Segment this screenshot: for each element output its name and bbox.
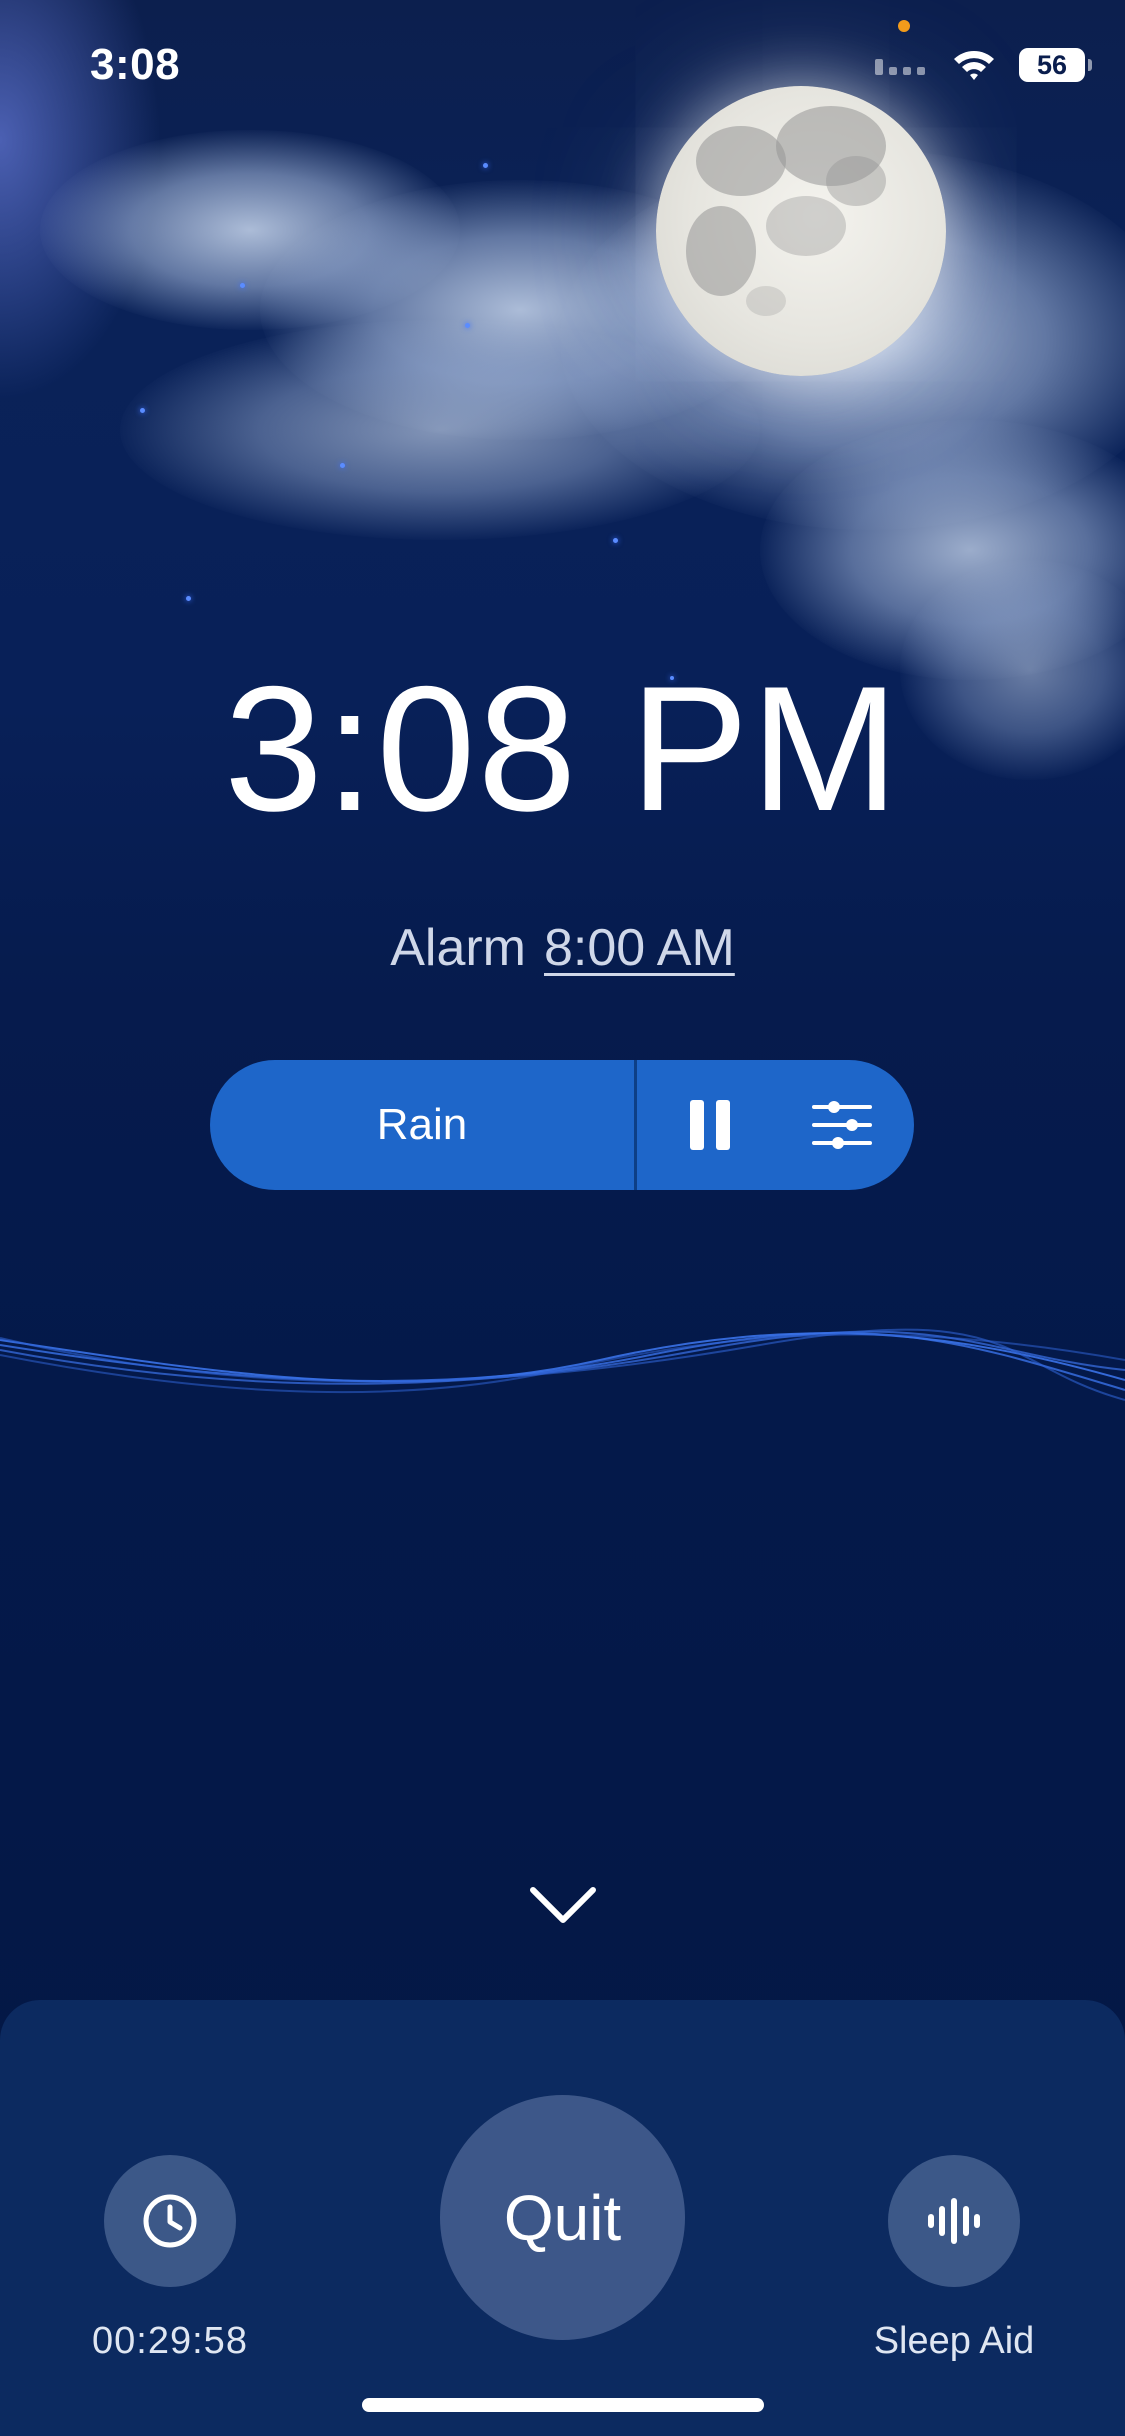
alarm-label: Alarm [390, 919, 526, 977]
sound-name-button[interactable]: Rain [210, 1060, 637, 1190]
bottom-control-panel: Quit 00:29:58 Sleep Aid [0, 2000, 1125, 2436]
star [340, 463, 345, 468]
star [613, 538, 618, 543]
star [240, 283, 245, 288]
cloud [120, 320, 760, 540]
sleep-timer-button[interactable] [104, 2155, 236, 2287]
privacy-indicator-dot [898, 20, 910, 32]
cloud [40, 130, 460, 330]
sound-control-pill: Rain [210, 1060, 914, 1190]
clock-icon [143, 2194, 197, 2248]
night-sky-background: 3:08 56 3:08 PM Alarm 8:00 AM Rain Quit … [0, 0, 1125, 2436]
moon-image [656, 86, 946, 376]
pause-icon [690, 1100, 704, 1150]
home-indicator[interactable] [362, 2398, 764, 2412]
star [140, 408, 145, 413]
alarm-row: Alarm 8:00 AM [0, 918, 1125, 978]
sleep-timer-countdown: 00:29:58 [92, 2320, 248, 2362]
battery-icon: 56 [1019, 48, 1092, 82]
sleep-aid-label: Sleep Aid [873, 2320, 1035, 2362]
signal-icon [875, 59, 925, 75]
sliders-icon [812, 1101, 872, 1149]
cloud [760, 420, 1125, 680]
pause-button[interactable] [680, 1095, 740, 1155]
chevron-down-icon[interactable] [527, 1880, 599, 1930]
star [186, 596, 191, 601]
current-time-display: 3:08 PM [224, 649, 901, 848]
quit-button[interactable]: Quit [440, 2095, 685, 2340]
wifi-icon [954, 51, 994, 80]
sleep-aid-button[interactable] [888, 2155, 1020, 2287]
star [483, 163, 488, 168]
sound-settings-button[interactable] [810, 1095, 874, 1155]
alarm-time-link[interactable]: 8:00 AM [544, 919, 735, 977]
status-bar-time: 3:08 [90, 40, 181, 89]
status-bar-right: 56 [873, 48, 1092, 82]
sound-wave-visualizer [0, 1328, 1125, 1401]
sound-bars-icon [928, 2198, 980, 2244]
star [465, 323, 470, 328]
